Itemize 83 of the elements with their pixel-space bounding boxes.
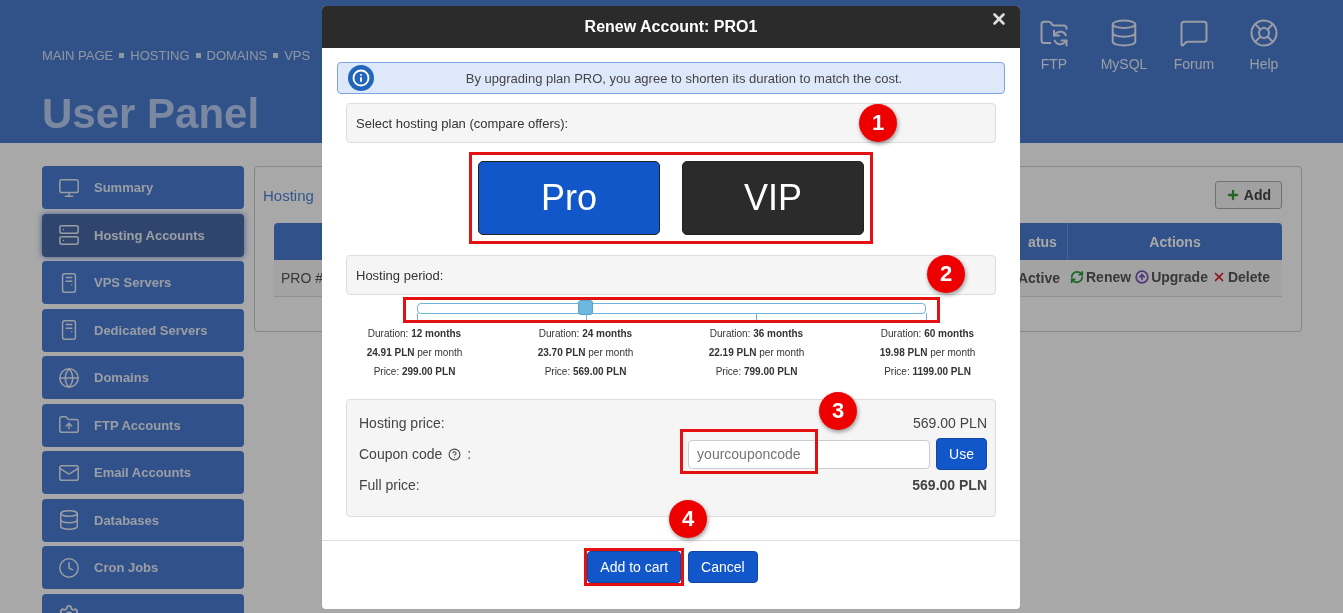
sidebar-item[interactable]: FTP Accounts bbox=[42, 403, 244, 447]
server-icon bbox=[58, 224, 80, 246]
slider-thumb[interactable] bbox=[578, 300, 593, 315]
shortcut-link[interactable]: MySQL bbox=[1100, 18, 1148, 72]
coupon-field[interactable]: yourcouponcode bbox=[688, 439, 931, 469]
info-icon bbox=[348, 65, 374, 91]
action-link[interactable]: Upgrade bbox=[1135, 269, 1208, 285]
price-text: Price: 569.00 PLN bbox=[544, 366, 627, 377]
sidebar-item[interactable]: Dedicated Servers bbox=[42, 308, 244, 352]
full-price-value: 569.00 PLN bbox=[912, 477, 987, 493]
alert-text: By upgrading plan PRO, you agree to shorten its duration to match the cost. bbox=[464, 70, 904, 86]
step-marker: 1 bbox=[859, 104, 897, 142]
duration-text: Duration: 60 months bbox=[880, 328, 975, 339]
close-button[interactable] bbox=[990, 10, 1008, 28]
database-icon bbox=[1109, 18, 1139, 48]
sidebar-item[interactable]: Domains bbox=[42, 356, 244, 399]
column-header: atus bbox=[1028, 233, 1057, 250]
add-to-cart-button[interactable]: Add to cart bbox=[587, 551, 682, 583]
plan-button[interactable]: Pro bbox=[478, 161, 660, 235]
monthly-price-text: 23.70 PLN per month bbox=[537, 347, 634, 358]
cancel-button[interactable]: Cancel bbox=[688, 551, 758, 583]
sidebar-item[interactable]: VPS Servers bbox=[42, 261, 244, 304]
sidebar-item[interactable]: Databases bbox=[42, 498, 244, 542]
step-marker: 3 bbox=[819, 392, 857, 430]
monthly-price-text: 24.91 PLN per month bbox=[366, 347, 463, 358]
duration-text: Duration: 36 months bbox=[709, 328, 804, 339]
full-price-label: Full price: bbox=[359, 477, 420, 493]
plan-button[interactable]: VIP bbox=[682, 161, 864, 235]
shortcut-link[interactable]: Forum bbox=[1170, 18, 1218, 72]
arrow-up-icon bbox=[1135, 270, 1150, 284]
colon-text: : bbox=[467, 446, 472, 462]
step-marker: 2 bbox=[927, 255, 965, 293]
add-button[interactable]: Add bbox=[1214, 181, 1282, 209]
separator-icon bbox=[195, 53, 201, 58]
refresh-icon bbox=[1070, 270, 1084, 284]
duration-text: Duration: 12 months bbox=[367, 328, 462, 339]
folder-icon bbox=[58, 414, 80, 436]
period-slider[interactable] bbox=[416, 303, 926, 320]
step-marker: 4 bbox=[669, 500, 707, 538]
separator-icon bbox=[273, 53, 279, 58]
action-link[interactable]: Renew bbox=[1070, 269, 1132, 285]
sidebar-item[interactable]: Summary bbox=[42, 166, 244, 209]
duration-text: Duration: 24 months bbox=[538, 328, 633, 339]
monitor-icon bbox=[58, 176, 80, 199]
use-button[interactable]: Use bbox=[936, 438, 987, 470]
chat-icon bbox=[1179, 18, 1209, 48]
price-text: Price: 1199.00 PLN bbox=[884, 366, 971, 377]
plus-icon bbox=[1225, 188, 1240, 202]
status-text: Active bbox=[1017, 270, 1060, 286]
lifebuoy-icon bbox=[1249, 18, 1279, 48]
folder-icon bbox=[1039, 18, 1069, 48]
period-label: Hosting period: bbox=[356, 267, 444, 283]
nav-link[interactable]: DOMAINS bbox=[206, 48, 268, 63]
tick-mark bbox=[925, 313, 927, 320]
nav-link[interactable]: HOSTING bbox=[130, 48, 190, 63]
nav-link[interactable]: VPS bbox=[284, 48, 311, 63]
panel-title: Hosting bbox=[263, 186, 314, 204]
shortcut-link[interactable]: Help bbox=[1240, 18, 1288, 72]
tick-mark bbox=[586, 313, 588, 320]
sidebar-item[interactable]: Email Accounts bbox=[42, 451, 244, 494]
monthly-price-text: 22.19 PLN per month bbox=[708, 347, 805, 358]
database-icon bbox=[58, 509, 80, 531]
nav-link[interactable]: MAIN PAGE bbox=[42, 48, 114, 63]
coupon-label: Coupon code bbox=[359, 446, 443, 462]
tick-mark bbox=[755, 313, 757, 320]
price-text: Price: 799.00 PLN bbox=[715, 366, 798, 377]
tick-mark bbox=[416, 313, 418, 320]
price-text: Price: 299.00 PLN bbox=[373, 366, 456, 377]
help-icon[interactable] bbox=[448, 447, 462, 461]
page-title: User Panel bbox=[42, 93, 260, 135]
sidebar-item[interactable]: Hosting Accounts bbox=[42, 213, 244, 257]
hosting-price-label: Hosting price: bbox=[359, 415, 445, 431]
modal-title: Renew Account: PRO1 bbox=[584, 18, 758, 36]
plan-label: Select hosting plan (compare offers): bbox=[356, 115, 569, 131]
action-link[interactable]: Delete bbox=[1211, 269, 1270, 285]
globe-icon bbox=[58, 366, 80, 389]
column-header: Actions bbox=[1149, 233, 1201, 250]
sidebar-item[interactable]: Cron Jobs bbox=[42, 546, 244, 589]
shortcut-link[interactable]: FTP bbox=[1030, 18, 1078, 72]
monthly-price-text: 19.98 PLN per month bbox=[879, 347, 976, 358]
clock-icon bbox=[58, 556, 80, 579]
hosting-price-value: 569.00 PLN bbox=[913, 415, 987, 431]
separator-icon bbox=[119, 53, 125, 58]
